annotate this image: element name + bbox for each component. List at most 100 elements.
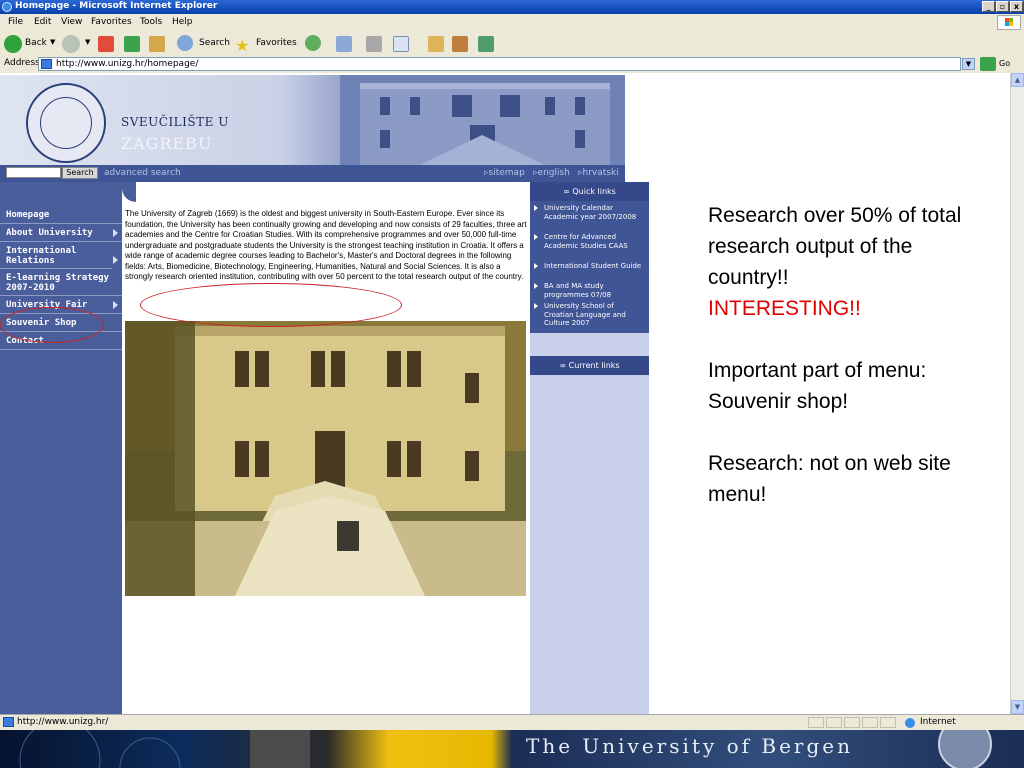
- mail-icon[interactable]: [336, 36, 352, 52]
- english-label: english: [537, 168, 570, 178]
- search-button[interactable]: Search: [199, 38, 230, 48]
- intro-paragraph: The University of Zagreb (1669) is the o…: [125, 209, 527, 281]
- refresh-icon[interactable]: [124, 36, 140, 52]
- ie-icon: [2, 2, 12, 12]
- research-icon[interactable]: [452, 36, 468, 52]
- messenger-icon[interactable]: [478, 36, 494, 52]
- bergen-banner-text: The University of Bergen: [526, 734, 854, 758]
- menu-file[interactable]: File: [8, 17, 23, 27]
- research-highlight-ellipse: [140, 283, 402, 327]
- favorites-star-icon[interactable]: ★: [235, 36, 249, 55]
- nav-expand-icon: [113, 256, 118, 264]
- menu-edit[interactable]: Edit: [34, 17, 51, 27]
- status-cell: [880, 717, 896, 728]
- toolbar: Back ▼ ▼ Search ★ Favorites: [0, 32, 1024, 57]
- link-arrow-icon: [534, 303, 538, 309]
- window-title-bar: Homepage - Microsoft Internet Explorer _…: [0, 0, 1024, 14]
- address-dropdown-icon[interactable]: ▼: [962, 58, 975, 70]
- quick-link-label: BA and MA study programmes 07/08: [544, 282, 612, 299]
- address-input[interactable]: http://www.unizg.hr/homepage/: [38, 57, 961, 71]
- quick-link-caas[interactable]: Centre for Advanced Academic Studies CAA…: [534, 233, 644, 250]
- stop-icon[interactable]: [98, 36, 114, 52]
- quick-link-ba-ma[interactable]: BA and MA study programmes 07/08: [534, 282, 644, 299]
- menu-view[interactable]: View: [61, 17, 82, 27]
- forward-dropdown-icon[interactable]: ▼: [85, 38, 90, 46]
- seal-inner-ring: [40, 97, 92, 149]
- internet-globe-icon: [905, 718, 915, 728]
- close-button[interactable]: x: [1010, 1, 1023, 12]
- nav-elearning-strategy[interactable]: E-learning Strategy 2007-2010: [0, 269, 122, 296]
- link-arrow-icon: [534, 283, 538, 289]
- presentation-annotation: Research over 50% of total research outp…: [708, 200, 978, 510]
- page-icon: [41, 59, 52, 69]
- link-arrow-icon: [534, 234, 538, 240]
- address-label: Address: [4, 58, 40, 68]
- site-search-strip: Search advanced search ▹sitemap ▹english…: [0, 165, 625, 182]
- menu-favorites[interactable]: Favorites: [91, 17, 132, 27]
- menu-tools[interactable]: Tools: [140, 17, 162, 27]
- address-url: http://www.unizg.hr/homepage/: [56, 59, 199, 69]
- link-chain-icon: ∞: [559, 361, 569, 370]
- print-icon[interactable]: [366, 36, 382, 52]
- status-cell: [862, 717, 878, 728]
- address-bar: Address http://www.unizg.hr/homepage/ ▼ …: [0, 56, 1024, 74]
- status-cell: [826, 717, 842, 728]
- quick-link-croatian-school[interactable]: University School of Croatian Language a…: [534, 302, 644, 328]
- banner-decoration-image: [19, 730, 992, 768]
- hrvatski-link[interactable]: ▹hrvatski: [578, 168, 619, 178]
- vertical-scrollbar[interactable]: ▲ ▼: [1010, 73, 1024, 714]
- nav-international-relations[interactable]: International Relations: [0, 242, 112, 269]
- bergen-banner: The University of Bergen: [0, 730, 1024, 768]
- quick-link-calendar[interactable]: University Calendar Academic year 2007/2…: [534, 204, 644, 221]
- nav-corner-decoration: [122, 182, 136, 202]
- quick-links-title: Quick links: [572, 187, 616, 196]
- advanced-search-link[interactable]: advanced search: [104, 168, 181, 178]
- window-title: Homepage - Microsoft Internet Explorer: [15, 1, 218, 11]
- nav-elearning-label: E-learning Strategy 2007-2010: [6, 273, 109, 293]
- home-icon[interactable]: [149, 36, 165, 52]
- right-column: ∞ Quick links University Calendar Academ…: [530, 182, 649, 714]
- nav-international-label: International Relations: [6, 246, 77, 266]
- menu-help[interactable]: Help: [172, 17, 193, 27]
- link-arrow-icon: [534, 263, 538, 269]
- minimize-button[interactable]: _: [982, 1, 995, 12]
- discuss-icon[interactable]: [428, 36, 444, 52]
- history-icon[interactable]: [305, 35, 321, 51]
- site-header: SVEUČILIŠTE U ZAGREBU: [0, 75, 625, 165]
- nav-homepage[interactable]: Homepage: [0, 206, 122, 224]
- back-arrow-icon[interactable]: [4, 35, 22, 53]
- site-search-input[interactable]: [6, 167, 61, 178]
- edit-icon[interactable]: [393, 36, 409, 52]
- status-url: http://www.unizg.hr/: [17, 717, 109, 727]
- annotation-research: Research over 50% of total research outp…: [708, 204, 962, 289]
- page-status-icon: [3, 717, 14, 727]
- site-search-button[interactable]: Search: [62, 167, 98, 179]
- status-zone: Internet: [920, 717, 956, 727]
- favorites-button[interactable]: Favorites: [256, 38, 297, 48]
- annotation-souvenir: Souvenir shop!: [708, 390, 849, 413]
- back-button[interactable]: Back: [25, 38, 47, 48]
- sitemap-link[interactable]: ▹sitemap: [484, 168, 525, 178]
- annotation-interesting: INTERESTING!!: [708, 297, 861, 320]
- annotation-research-menu: Research: not on web site menu!: [708, 452, 951, 506]
- status-cell: [844, 717, 860, 728]
- souvenir-highlight-ellipse: [0, 307, 104, 343]
- quick-links-header: ∞ Quick links: [530, 182, 649, 201]
- go-arrow-icon[interactable]: [980, 57, 996, 71]
- quick-links-list: University Calendar Academic year 2007/2…: [530, 201, 649, 333]
- restore-button[interactable]: ▫: [996, 1, 1009, 12]
- scroll-down-icon[interactable]: ▼: [1011, 700, 1024, 714]
- menu-bar: File Edit View Favorites Tools Help: [0, 14, 1024, 33]
- status-cell: [808, 717, 824, 728]
- nav-expand-icon: [113, 229, 118, 237]
- quick-link-student-guide[interactable]: International Student Guide: [534, 262, 644, 271]
- nav-about-university[interactable]: About University: [0, 224, 122, 242]
- back-dropdown-icon[interactable]: ▼: [50, 38, 55, 46]
- nav-about-label: About University: [6, 228, 93, 238]
- search-icon[interactable]: [177, 35, 193, 51]
- forward-arrow-icon[interactable]: [62, 35, 80, 53]
- hrvatski-label: hrvatski: [582, 168, 619, 178]
- go-button[interactable]: Go: [999, 59, 1010, 68]
- english-link[interactable]: ▹english: [533, 168, 570, 178]
- scroll-up-icon[interactable]: ▲: [1011, 73, 1024, 87]
